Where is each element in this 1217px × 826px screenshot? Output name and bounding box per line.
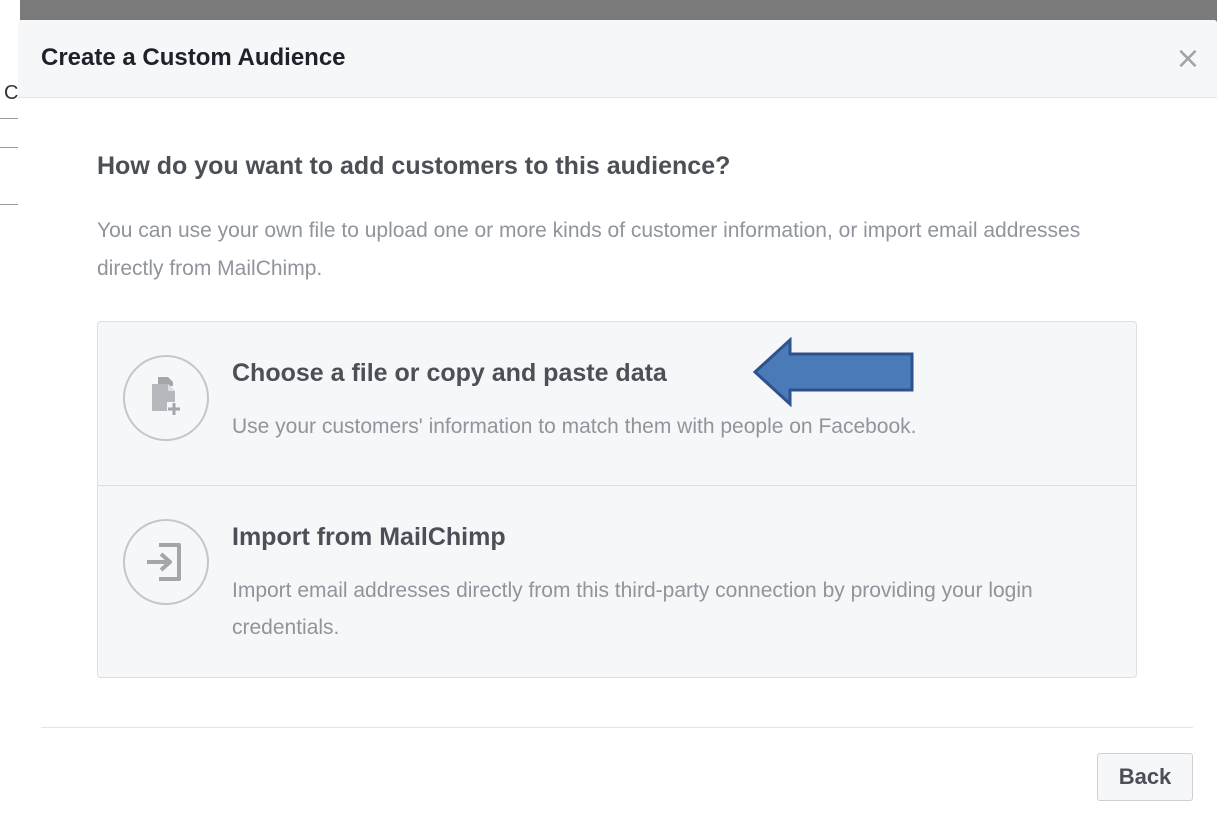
dialog-header: Create a Custom Audience × xyxy=(18,20,1217,98)
option-choose-file[interactable]: Choose a file or copy and paste data Use… xyxy=(98,322,1136,486)
dialog-title: Create a Custom Audience xyxy=(41,44,346,71)
option-title: Import from MailChimp xyxy=(232,523,506,551)
import-icon xyxy=(123,519,209,605)
custom-audience-dialog: Create a Custom Audience × How do you wa… xyxy=(18,20,1217,826)
close-icon[interactable]: × xyxy=(1173,44,1203,74)
background-divider xyxy=(0,204,20,205)
background-page xyxy=(0,0,20,826)
option-description: Use your customers' information to match… xyxy=(232,415,917,438)
options-list: Choose a file or copy and paste data Use… xyxy=(97,321,1137,678)
section-question: How do you want to add customers to this… xyxy=(97,152,731,180)
left-arrow-icon xyxy=(752,337,914,407)
background-divider xyxy=(0,118,20,119)
option-description: Import email addresses directly from thi… xyxy=(232,579,1033,639)
section-intro: You can use your own file to upload one … xyxy=(97,219,1081,280)
file-add-icon xyxy=(123,355,209,441)
background-text: C xyxy=(4,82,19,104)
background-divider xyxy=(0,147,20,148)
footer-divider xyxy=(41,727,1193,728)
option-import-mailchimp[interactable]: Import from MailChimp Import email addre… xyxy=(98,486,1136,677)
back-button[interactable]: Back xyxy=(1097,753,1193,801)
option-title: Choose a file or copy and paste data xyxy=(232,359,667,387)
